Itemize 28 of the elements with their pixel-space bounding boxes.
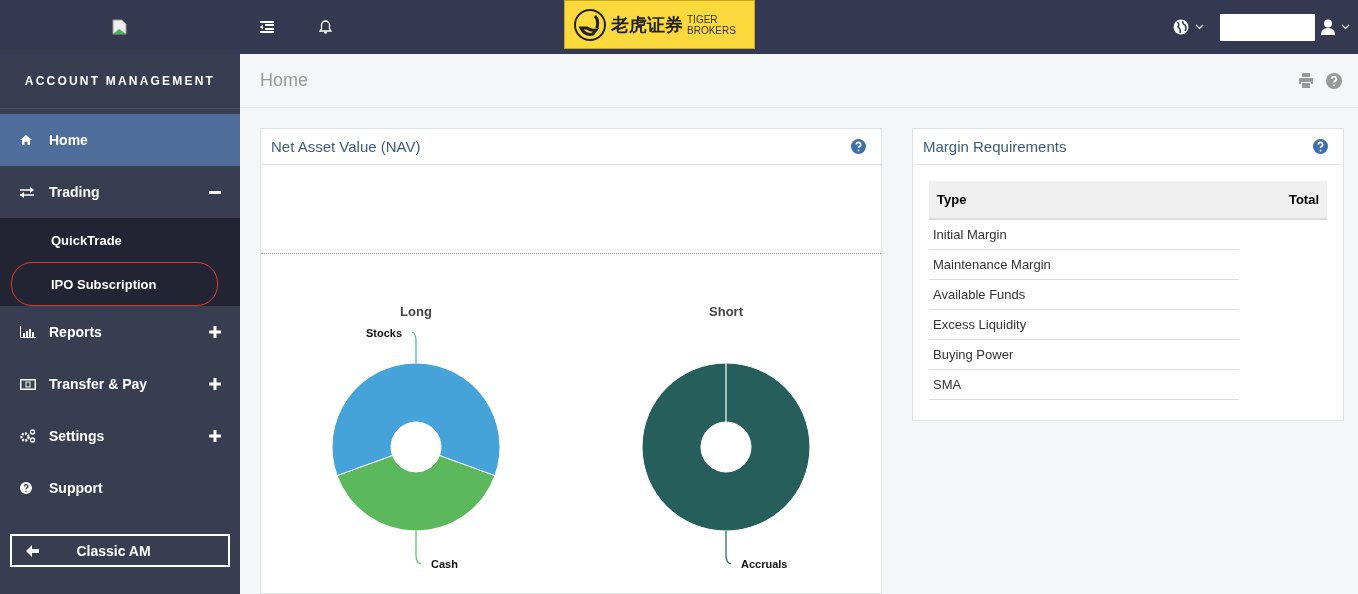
logo-text: TIGER [687,13,719,25]
sidebar-item[interactable]: Home [0,114,240,166]
chart-title: Short [709,304,743,319]
sidebar-item[interactable]: Trading [0,166,240,218]
table-cell: Available Funds [933,287,1026,302]
chart-title: Long [400,304,432,319]
sidebar-item[interactable]: Reports [0,306,240,358]
table-cell: Excess Liquidity [933,317,1027,332]
classic-am-button[interactable]: Classic AM [10,534,230,567]
sidebar-item[interactable]: Settings [0,410,240,462]
table-cell: Maintenance Margin [933,257,1051,272]
page-title: Home [260,70,308,91]
sidebar-subitem[interactable]: IPO Subscription [11,262,218,306]
logo-chinese-text: 老虎证券 [611,12,683,37]
logo-text: BROKERS [687,24,736,36]
panel-title: Net Asset Value (NAV) [271,138,421,155]
sidebar-item[interactable]: Support [0,462,240,514]
slice-label: Cash [431,558,458,570]
table-cell: SMA [933,377,962,392]
sidebar-item[interactable]: Transfer & Pay [0,358,240,410]
table-cell: Initial Margin [933,227,1007,242]
slice-label: Stocks [365,327,402,339]
sidebar-subitem[interactable]: QuickTrade [11,218,218,262]
panel-title: Margin Requirements [923,138,1067,155]
column-header: Type [937,192,967,207]
slice-label: Accruals [741,558,788,570]
column-header: Total [1288,192,1319,207]
table-cell: Buying Power [933,347,1014,362]
